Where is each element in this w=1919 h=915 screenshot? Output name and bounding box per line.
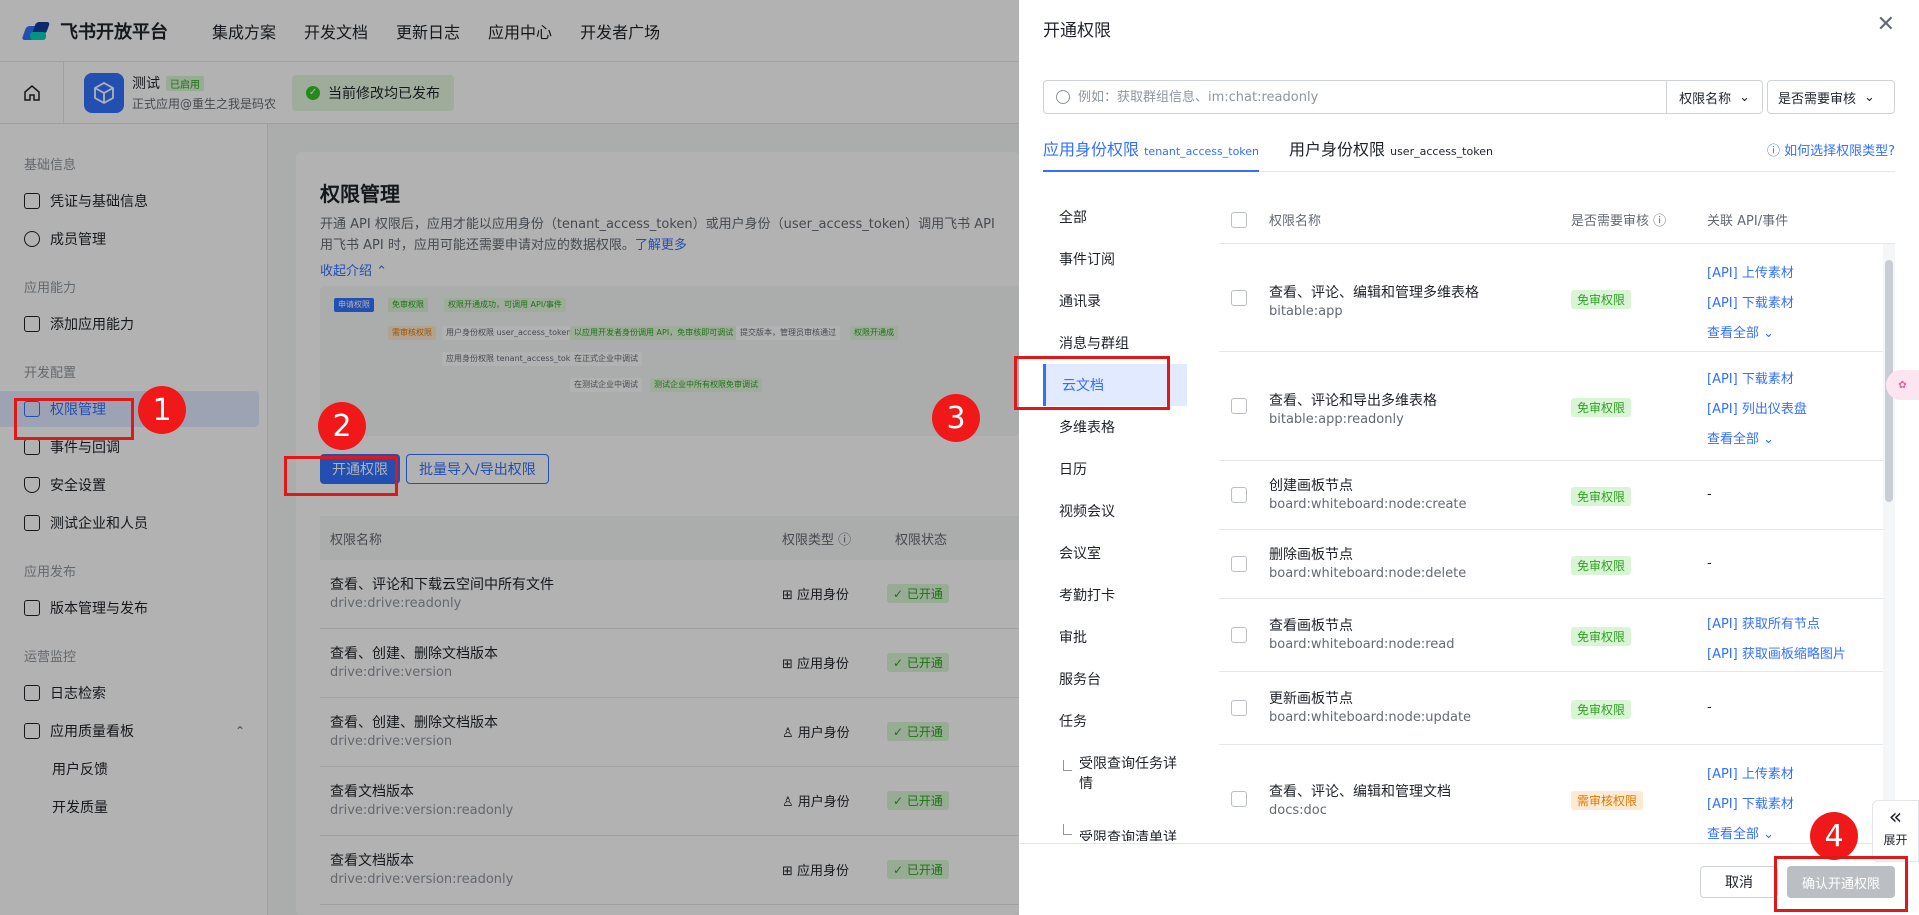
row-checkbox[interactable] [1231, 791, 1247, 807]
category-item[interactable]: 考勤打卡 [1019, 574, 1187, 616]
annotation-step-4: 4 [1810, 812, 1858, 860]
permission-code: docs:doc [1269, 803, 1327, 818]
category-item[interactable]: 服务台 [1019, 658, 1187, 700]
double-chevron-left-icon: « [1888, 805, 1903, 830]
annotation-box-cloud-docs [1014, 356, 1170, 410]
api-link[interactable]: [API] 上传素材 [1707, 262, 1794, 281]
help-link[interactable]: ⓘ 如何选择权限类型? [1767, 140, 1895, 159]
permission-code: bitable:app:readonly [1269, 412, 1404, 427]
row-checkbox[interactable] [1231, 487, 1247, 503]
search-icon [1056, 90, 1070, 104]
annotation-box-open-button [284, 456, 398, 496]
review-badge: 免审权限 [1571, 627, 1632, 646]
category-item[interactable]: 通讯录 [1019, 280, 1187, 322]
column-header: 关联 API/事件 [1707, 214, 1789, 229]
permission-name: 查看、评论、编辑和管理多维表格 [1269, 285, 1479, 301]
view-all-link[interactable]: 查看全部 ⌄ [1707, 322, 1774, 341]
filter-review-select[interactable]: 是否需要审核 ⌄ [1767, 80, 1895, 114]
no-api: - [1707, 700, 1712, 715]
drawer-title: 开通权限 [1043, 21, 1111, 41]
api-link[interactable]: [API] 下载素材 [1707, 368, 1794, 387]
api-link[interactable]: [API] 上传素材 [1707, 763, 1794, 782]
review-badge: 免审权限 [1571, 290, 1632, 309]
permission-code: board:whiteboard:node:update [1269, 710, 1472, 725]
row-checkbox[interactable] [1231, 700, 1247, 716]
open-permission-drawer: 开通权限 ✕ 权限名称⌄ 是否需要审核⌄ 应用身份权限 tenant_acces… [1019, 0, 1919, 915]
review-badge: 需审核权限 [1571, 791, 1644, 810]
permission-row: 创建画板节点 board:whiteboard:node:create 免审权限… [1219, 461, 1895, 530]
expand-panel-button[interactable]: « 展开 [1872, 800, 1919, 862]
subcategory-item[interactable]: 受限查询清单详 [1019, 806, 1179, 841]
no-api: - [1707, 556, 1712, 571]
permission-name: 创建画板节点 [1269, 478, 1353, 494]
no-api: - [1707, 487, 1712, 502]
annotation-box-permissions [14, 398, 134, 440]
subcategory-item[interactable]: 受限查询任务详情 [1019, 742, 1179, 806]
chevron-down-icon: ⌄ [1739, 89, 1750, 105]
row-checkbox[interactable] [1231, 556, 1247, 572]
permission-row: 查看画板节点 board:whiteboard:node:read 免审权限 [… [1219, 599, 1895, 672]
modal-overlay[interactable] [0, 0, 1019, 915]
filter-permission-name[interactable]: 权限名称 ⌄ [1666, 81, 1762, 113]
column-header: 是否需要审核 ⓘ [1571, 214, 1667, 229]
permission-row: 删除画板节点 board:whiteboard:node:delete 免审权限… [1219, 530, 1895, 599]
row-checkbox[interactable] [1231, 627, 1247, 643]
category-item[interactable]: 视频会议 [1019, 490, 1187, 532]
api-link[interactable]: [API] 列出仪表盘 [1707, 398, 1807, 417]
row-checkbox[interactable] [1231, 398, 1247, 414]
select-all-checkbox[interactable] [1231, 211, 1247, 228]
category-item[interactable]: 全部 [1019, 196, 1187, 238]
search-bar: 权限名称⌄ [1043, 80, 1763, 114]
review-badge: 免审权限 [1571, 398, 1632, 417]
floating-helper-tab[interactable]: ✿ [1886, 370, 1919, 400]
help-circle-icon: ⓘ [1653, 214, 1667, 229]
category-item[interactable]: 会议室 [1019, 532, 1187, 574]
review-badge: 免审权限 [1571, 700, 1632, 719]
permission-code: bitable:app [1269, 304, 1343, 319]
annotation-step-2: 2 [318, 402, 366, 450]
search-input[interactable] [1078, 89, 1667, 105]
category-list: 全部 事件订阅 通讯录 消息与群组 云文档 多维表格 日历 视频会议 会议室 考… [1019, 196, 1187, 841]
permission-code: board:whiteboard:node:create [1269, 497, 1467, 512]
permission-row: 更新画板节点 board:whiteboard:node:update 免审权限… [1219, 672, 1895, 745]
api-link[interactable]: [API] 下载素材 [1707, 292, 1794, 311]
permission-name: 查看、评论和导出多维表格 [1269, 393, 1437, 409]
permission-row: 查看、评论、编辑和管理文档 docs:doc 需审核权限 [API] 上传素材 … [1219, 745, 1895, 842]
permission-code: board:whiteboard:node:read [1269, 637, 1455, 652]
api-link[interactable]: [API] 获取画板缩略图片 [1707, 643, 1846, 662]
permission-row: 查看、评论和导出多维表格 bitable:app:readonly 免审权限 [… [1219, 352, 1895, 461]
category-item[interactable]: 多维表格 [1019, 406, 1187, 448]
help-circle-icon: ⓘ [1766, 144, 1780, 159]
row-checkbox[interactable] [1231, 290, 1247, 306]
permission-code: board:whiteboard:node:delete [1269, 566, 1467, 581]
permission-table: 权限名称 是否需要审核 ⓘ 关联 API/事件 查看、评论、编辑和管理多维表格 … [1219, 196, 1895, 842]
review-badge: 免审权限 [1571, 487, 1632, 506]
category-item[interactable]: 审批 [1019, 616, 1187, 658]
chevron-down-icon: ⌄ [1864, 89, 1875, 105]
tab-app-identity[interactable]: 应用身份权限 tenant_access_token [1043, 136, 1260, 172]
annotation-step-3: 3 [932, 394, 980, 442]
permission-row: 查看、评论、编辑和管理多维表格 bitable:app 免审权限 [API] 上… [1219, 244, 1895, 352]
permission-name: 查看、评论、编辑和管理文档 [1269, 784, 1451, 800]
category-item[interactable]: 任务 [1019, 700, 1187, 742]
close-icon[interactable]: ✕ [1877, 12, 1895, 37]
category-item[interactable]: 事件订阅 [1019, 238, 1187, 280]
cancel-button[interactable]: 取消 [1700, 866, 1778, 898]
tab-user-identity[interactable]: 用户身份权限 user_access_token [1289, 136, 1493, 172]
category-item[interactable]: 日历 [1019, 448, 1187, 490]
annotation-box-confirm [1774, 856, 1908, 912]
review-badge: 免审权限 [1571, 556, 1632, 575]
permission-name: 删除画板节点 [1269, 547, 1353, 563]
expand-label: 展开 [1883, 833, 1908, 847]
permission-name: 更新画板节点 [1269, 691, 1353, 707]
column-header: 权限名称 [1269, 214, 1322, 229]
api-link[interactable]: [API] 获取所有节点 [1707, 613, 1820, 632]
assistant-icon: ✿ [1898, 379, 1907, 391]
table-header: 权限名称 是否需要审核 ⓘ 关联 API/事件 [1219, 196, 1895, 244]
view-all-link[interactable]: 查看全部 ⌄ [1707, 428, 1774, 447]
annotation-step-1: 1 [138, 386, 186, 434]
api-link[interactable]: [API] 下载素材 [1707, 793, 1794, 812]
permission-name: 查看画板节点 [1269, 618, 1353, 634]
view-all-link[interactable]: 查看全部 ⌄ [1707, 823, 1774, 842]
